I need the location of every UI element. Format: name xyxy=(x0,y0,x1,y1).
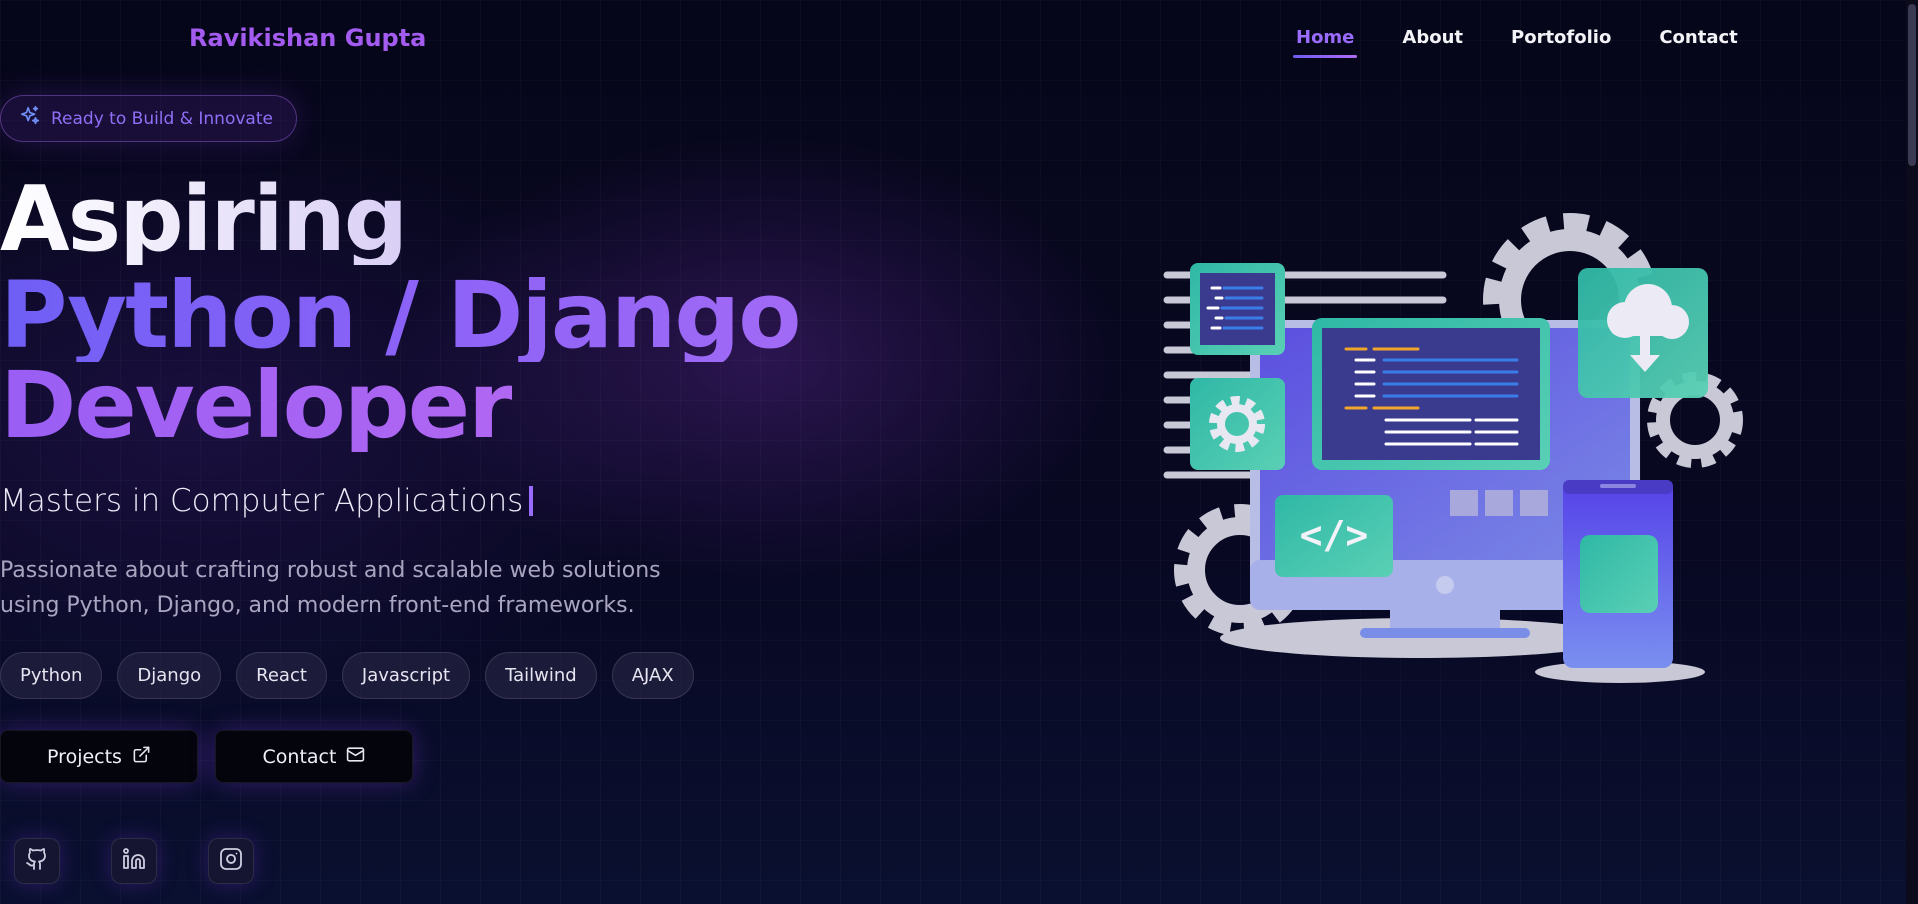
social-links xyxy=(14,838,254,884)
nav-home[interactable]: Home xyxy=(1292,27,1358,58)
skill-tag: AJAX xyxy=(611,652,694,699)
brand-logo[interactable]: Ravikishan Gupta xyxy=(189,24,426,52)
typed-subtitle: Masters in Computer Applications xyxy=(0,483,534,519)
main-nav: Home About Portofolio Contact xyxy=(1292,27,1786,58)
status-badge: Ready to Build & Innovate xyxy=(0,95,297,142)
instagram-icon xyxy=(219,847,243,875)
mail-icon xyxy=(346,745,365,769)
skill-tag: Django xyxy=(117,652,222,699)
nav-portfolio[interactable]: Portofolio xyxy=(1511,27,1611,58)
headline-line-3: Developer xyxy=(0,352,513,459)
hero-illustration: </> xyxy=(1160,200,1760,694)
external-link-icon xyxy=(132,745,151,769)
skill-tag: React xyxy=(236,652,327,699)
contact-button-label: Contact xyxy=(262,745,337,768)
badge-label: Ready to Build & Innovate xyxy=(51,108,273,129)
linkedin-icon xyxy=(122,847,146,875)
sparkles-icon xyxy=(19,105,41,132)
skill-tag: Python xyxy=(0,652,103,699)
github-link[interactable] xyxy=(14,838,60,884)
skill-tag: Javascript xyxy=(341,652,471,699)
headline-line-1: Aspiring xyxy=(0,167,408,272)
subtitle-text: Masters in Computer Applications xyxy=(0,483,524,519)
projects-button-label: Projects xyxy=(47,745,122,768)
nav-contact[interactable]: Contact xyxy=(1659,27,1737,58)
vertical-scrollbar[interactable] xyxy=(1906,0,1918,904)
linkedin-link[interactable] xyxy=(111,838,157,884)
hero-description: Passionate about crafting robust and sca… xyxy=(0,558,661,618)
projects-button[interactable]: Projects xyxy=(0,730,198,783)
code-icon: </> xyxy=(1300,513,1369,557)
cta-buttons: Projects Contact xyxy=(0,730,413,783)
skill-tags: Python Django React Javascript Tailwind … xyxy=(0,652,694,699)
instagram-link[interactable] xyxy=(208,838,254,884)
typing-cursor xyxy=(529,486,534,516)
scrollbar-thumb[interactable] xyxy=(1908,4,1916,166)
github-icon xyxy=(25,847,49,875)
skill-tag: Tailwind xyxy=(485,652,597,699)
contact-button[interactable]: Contact xyxy=(215,730,413,783)
headline-line-2: Python / Django xyxy=(0,262,801,369)
nav-about[interactable]: About xyxy=(1402,27,1463,58)
